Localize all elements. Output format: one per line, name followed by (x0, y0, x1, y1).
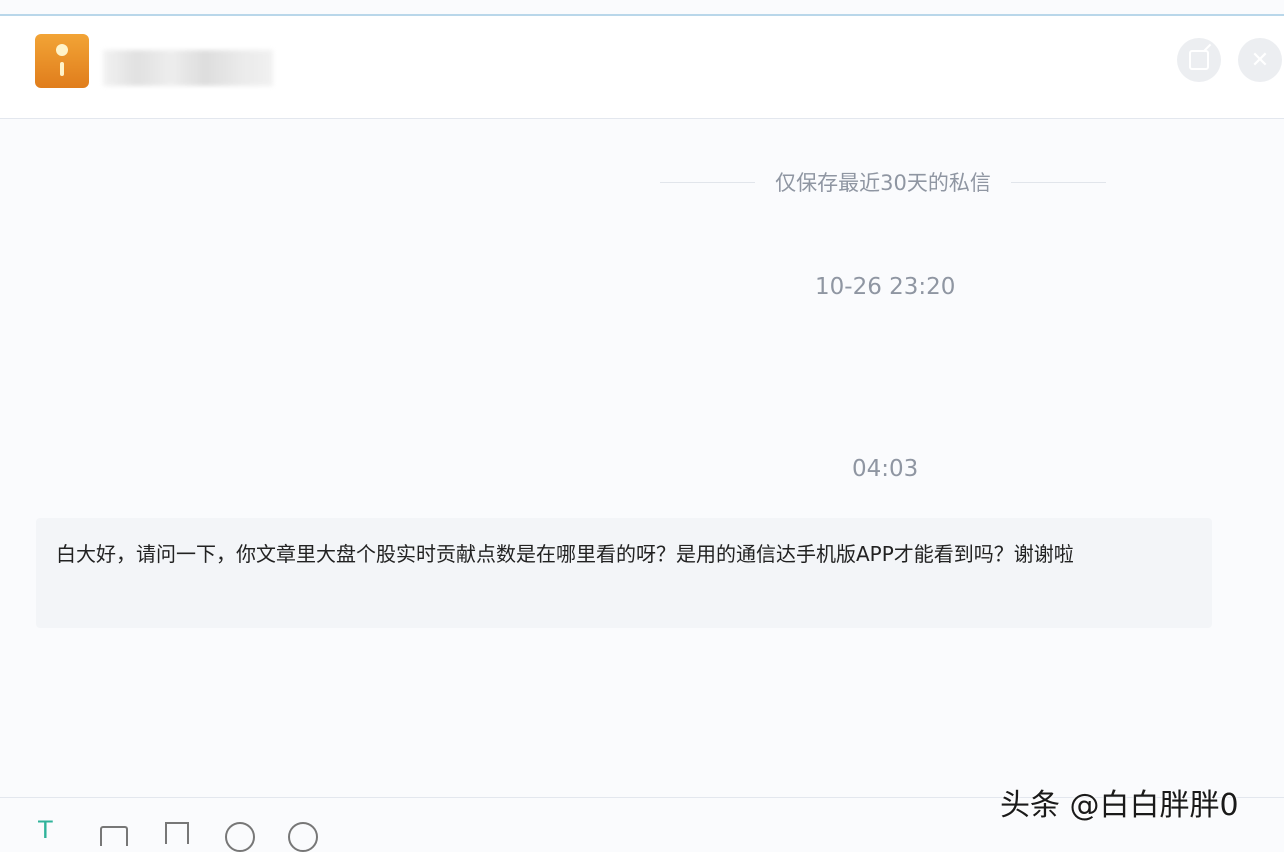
app-avatar-icon[interactable] (35, 34, 89, 88)
message-bubble: 白大好，请问一下，你文章里大盘个股实时贡献点数是在哪里看的呀？是用的通信达手机版… (36, 518, 1212, 628)
retention-notice-text: 仅保存最近30天的私信 (775, 171, 991, 195)
message-timestamp: 10-26 23:20 (815, 274, 956, 300)
close-icon: ✕ (1250, 47, 1270, 73)
watermark: 头条 @白白胖胖0 (1000, 788, 1239, 823)
contact-name-redacted (103, 50, 273, 86)
image-icon[interactable] (100, 826, 128, 846)
edit-icon (1189, 50, 1209, 70)
video-icon[interactable] (288, 822, 318, 852)
avatar-bulb-shape (56, 44, 68, 56)
edit-button[interactable] (1177, 38, 1221, 82)
message-timestamp: 04:03 (852, 456, 919, 482)
close-button[interactable]: ✕ (1238, 38, 1282, 82)
file-icon[interactable] (165, 822, 189, 844)
notice-divider-left (660, 181, 756, 183)
emoji-icon[interactable] (225, 822, 255, 852)
chat-header: ✕ (0, 16, 1284, 119)
retention-notice: 仅保存最近30天的私信 (660, 168, 1107, 196)
avatar-key-shape (60, 62, 64, 76)
notice-divider-right (1010, 181, 1107, 183)
message-text: 白大好，请问一下，你文章里大盘个股实时贡献点数是在哪里看的呀？是用的通信达手机版… (56, 542, 1074, 566)
text-format-icon[interactable]: T (38, 818, 53, 838)
